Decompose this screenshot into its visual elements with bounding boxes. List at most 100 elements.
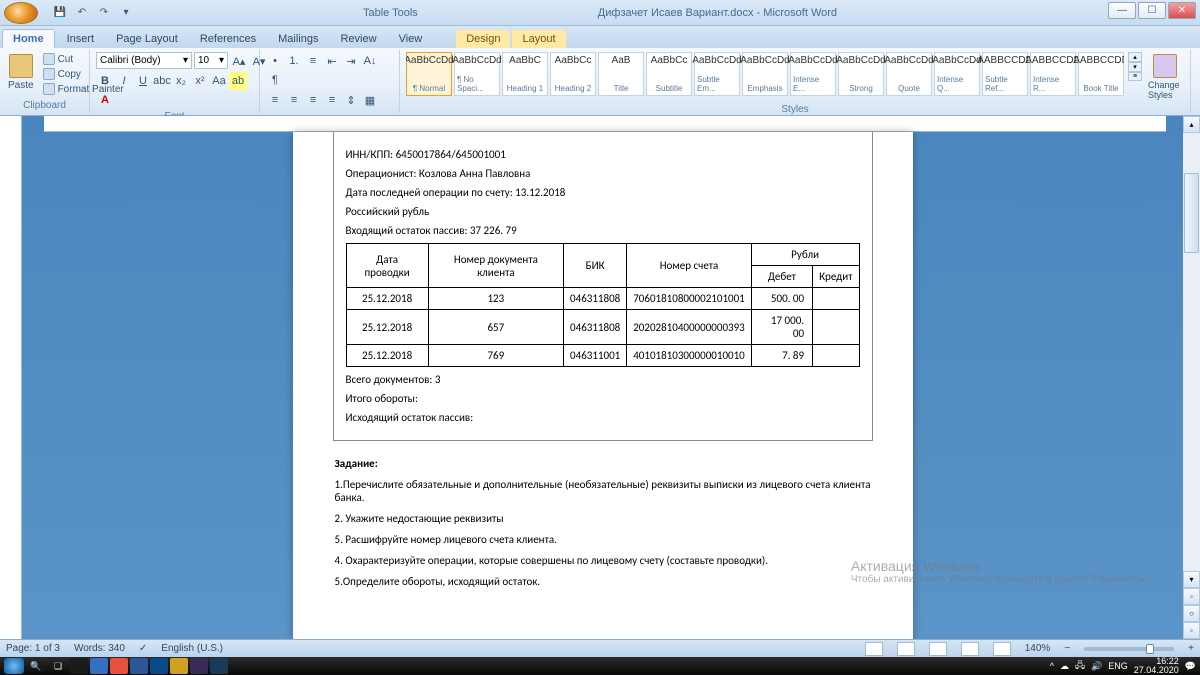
view-draft-button[interactable] bbox=[993, 642, 1011, 656]
ruler-vertical[interactable] bbox=[0, 116, 22, 639]
style-item[interactable]: AaBbCcSubtitle bbox=[646, 52, 692, 96]
tray-cloud-icon[interactable]: ☁ bbox=[1060, 661, 1069, 672]
zoom-slider[interactable] bbox=[1084, 647, 1174, 651]
style-item[interactable]: AaBbCcDdIntense Q... bbox=[934, 52, 980, 96]
style-item[interactable]: AaBbCcDdIntense E... bbox=[790, 52, 836, 96]
undo-icon[interactable]: ↶ bbox=[74, 5, 90, 21]
text-currency[interactable]: Российский рубль bbox=[346, 205, 860, 218]
subscript-button[interactable]: x₂ bbox=[172, 72, 190, 90]
zoom-level[interactable]: 140% bbox=[1025, 643, 1051, 654]
show-marks-button[interactable]: ¶ bbox=[266, 71, 284, 89]
minimize-button[interactable]: — bbox=[1108, 2, 1136, 19]
tray-notifications-icon[interactable]: 💬 bbox=[1185, 661, 1196, 672]
tray-network-icon[interactable]: 🖧 bbox=[1075, 658, 1085, 674]
numbering-button[interactable]: 1. bbox=[285, 52, 303, 70]
style-item[interactable]: AaBTitle bbox=[598, 52, 644, 96]
superscript-button[interactable]: x² bbox=[191, 72, 209, 90]
document-canvas[interactable]: ИНН/КПП: 6450017864/645001001 Операциони… bbox=[22, 116, 1183, 639]
th-rubles[interactable]: Рубли bbox=[751, 244, 859, 266]
text-inn-kpp[interactable]: ИНН/КПП: 6450017864/645001001 bbox=[346, 148, 860, 161]
indent-button[interactable]: ⇥ bbox=[342, 52, 360, 70]
transactions-table[interactable]: Дата проводки Номер документа клиента БИ… bbox=[346, 243, 860, 367]
tab-mailings[interactable]: Mailings bbox=[268, 30, 328, 48]
text-operator[interactable]: Операционист: Козлова Анна Павловна bbox=[346, 167, 860, 180]
th-debit[interactable]: Дебет bbox=[751, 266, 812, 288]
style-item[interactable]: AaBbCcDdStrong bbox=[838, 52, 884, 96]
task-view-icon[interactable]: ❏ bbox=[48, 658, 68, 674]
table-row[interactable]: 25.12.2018123046311808706018108000021010… bbox=[346, 288, 859, 310]
clear-format-button[interactable]: Aa bbox=[210, 72, 228, 90]
scroll-thumb[interactable] bbox=[1184, 173, 1199, 253]
tab-insert[interactable]: Insert bbox=[57, 30, 105, 48]
browse-object-button[interactable]: ○ bbox=[1183, 605, 1200, 622]
style-item[interactable]: AaBbCcDdSubtle Em... bbox=[694, 52, 740, 96]
taskbar-app-steam[interactable] bbox=[70, 658, 88, 674]
bold-button[interactable]: B bbox=[96, 72, 114, 90]
styles-gallery[interactable]: AaBbCcDd¶ NormalAaBbCcDd¶ No Spaci...AaB… bbox=[406, 52, 1124, 96]
zoom-in-button[interactable]: + bbox=[1188, 643, 1194, 654]
tab-view[interactable]: View bbox=[389, 30, 433, 48]
dedent-button[interactable]: ⇤ bbox=[323, 52, 341, 70]
tab-references[interactable]: References bbox=[190, 30, 266, 48]
align-center-button[interactable]: ≡ bbox=[285, 91, 303, 109]
ruler-horizontal[interactable] bbox=[44, 116, 1166, 132]
document-page[interactable]: ИНН/КПП: 6450017864/645001001 Операциони… bbox=[293, 132, 913, 639]
style-item[interactable]: AaBbCcDd¶ Normal bbox=[406, 52, 452, 96]
scroll-down-button[interactable]: ▾ bbox=[1183, 571, 1200, 588]
prev-page-button[interactable]: ◦ bbox=[1183, 588, 1200, 605]
text-turnover[interactable]: Итого обороты: bbox=[346, 392, 860, 405]
table-row[interactable]: 25.12.2018657046311808202028104000000003… bbox=[346, 310, 859, 345]
tab-table-design[interactable]: Design bbox=[456, 30, 510, 48]
taskbar-app-premiere[interactable] bbox=[190, 658, 208, 674]
tab-home[interactable]: Home bbox=[2, 29, 55, 48]
th-credit[interactable]: Кредит bbox=[813, 266, 859, 288]
th-date[interactable]: Дата проводки bbox=[346, 244, 428, 288]
maximize-button[interactable]: ☐ bbox=[1138, 2, 1166, 19]
tray-volume-icon[interactable]: 🔊 bbox=[1091, 661, 1102, 672]
align-left-button[interactable]: ≡ bbox=[266, 91, 284, 109]
start-button[interactable] bbox=[4, 658, 24, 674]
tray-language[interactable]: ENG bbox=[1108, 661, 1128, 671]
font-size-combo[interactable]: 10▾ bbox=[194, 52, 228, 69]
gallery-more-button[interactable]: ≡ bbox=[1128, 72, 1142, 81]
underline-button[interactable]: U bbox=[134, 72, 152, 90]
style-item[interactable]: AABBCCDDBook Title bbox=[1078, 52, 1124, 96]
save-icon[interactable]: 💾 bbox=[52, 5, 68, 21]
grow-font-button[interactable]: A▴ bbox=[230, 52, 248, 70]
th-account[interactable]: Номер счета bbox=[627, 244, 752, 288]
vertical-scrollbar[interactable]: ▴ ▾ ◦ ○ ◦ bbox=[1183, 116, 1200, 639]
sort-button[interactable]: A↓ bbox=[361, 52, 379, 70]
italic-button[interactable]: I bbox=[115, 72, 133, 90]
font-name-combo[interactable]: Calibri (Body)▾ bbox=[96, 52, 192, 69]
search-icon[interactable]: 🔍 bbox=[26, 658, 46, 674]
taskbar-app-photoshop[interactable] bbox=[210, 658, 228, 674]
bullets-button[interactable]: • bbox=[266, 52, 284, 70]
style-item[interactable]: AaBbCcDd¶ No Spaci... bbox=[454, 52, 500, 96]
multilevel-button[interactable]: ≡ bbox=[304, 52, 322, 70]
text-total-docs[interactable]: Всего документов: 3 bbox=[346, 373, 860, 386]
status-page[interactable]: Page: 1 of 3 bbox=[6, 643, 60, 654]
task-2[interactable]: 2. Укажите недостающие реквизиты bbox=[335, 512, 871, 525]
gallery-up-button[interactable]: ▴ bbox=[1128, 52, 1142, 62]
shading-button[interactable]: ▦ bbox=[361, 91, 379, 109]
table-row[interactable]: 25.12.2018769046311001401018103000000100… bbox=[346, 345, 859, 367]
tab-table-layout[interactable]: Layout bbox=[512, 30, 565, 48]
gallery-down-button[interactable]: ▾ bbox=[1128, 62, 1142, 72]
task-5[interactable]: 5.Определите обороты, исходящий остаток. bbox=[335, 575, 871, 588]
chevron-down-icon[interactable]: ▾ bbox=[118, 5, 134, 21]
align-right-button[interactable]: ≡ bbox=[304, 91, 322, 109]
style-item[interactable]: AaBbCcDdEmphasis bbox=[742, 52, 788, 96]
taskbar-app-explorer[interactable] bbox=[90, 658, 108, 674]
task-3[interactable]: 5. Расшифруйте номер лицевого счета клие… bbox=[335, 533, 871, 546]
taskbar-app-other2[interactable] bbox=[170, 658, 188, 674]
view-print-layout-button[interactable] bbox=[865, 642, 883, 656]
taskbar-app-chrome[interactable] bbox=[110, 658, 128, 674]
view-full-screen-button[interactable] bbox=[897, 642, 915, 656]
next-page-button[interactable]: ◦ bbox=[1183, 622, 1200, 639]
th-docnum[interactable]: Номер документа клиента bbox=[428, 244, 563, 288]
tray-date[interactable]: 27.04.2020 bbox=[1134, 665, 1179, 675]
view-outline-button[interactable] bbox=[961, 642, 979, 656]
style-item[interactable]: AaBbCHeading 1 bbox=[502, 52, 548, 96]
status-words[interactable]: Words: 340 bbox=[74, 643, 125, 654]
th-bik[interactable]: БИК bbox=[564, 244, 627, 288]
